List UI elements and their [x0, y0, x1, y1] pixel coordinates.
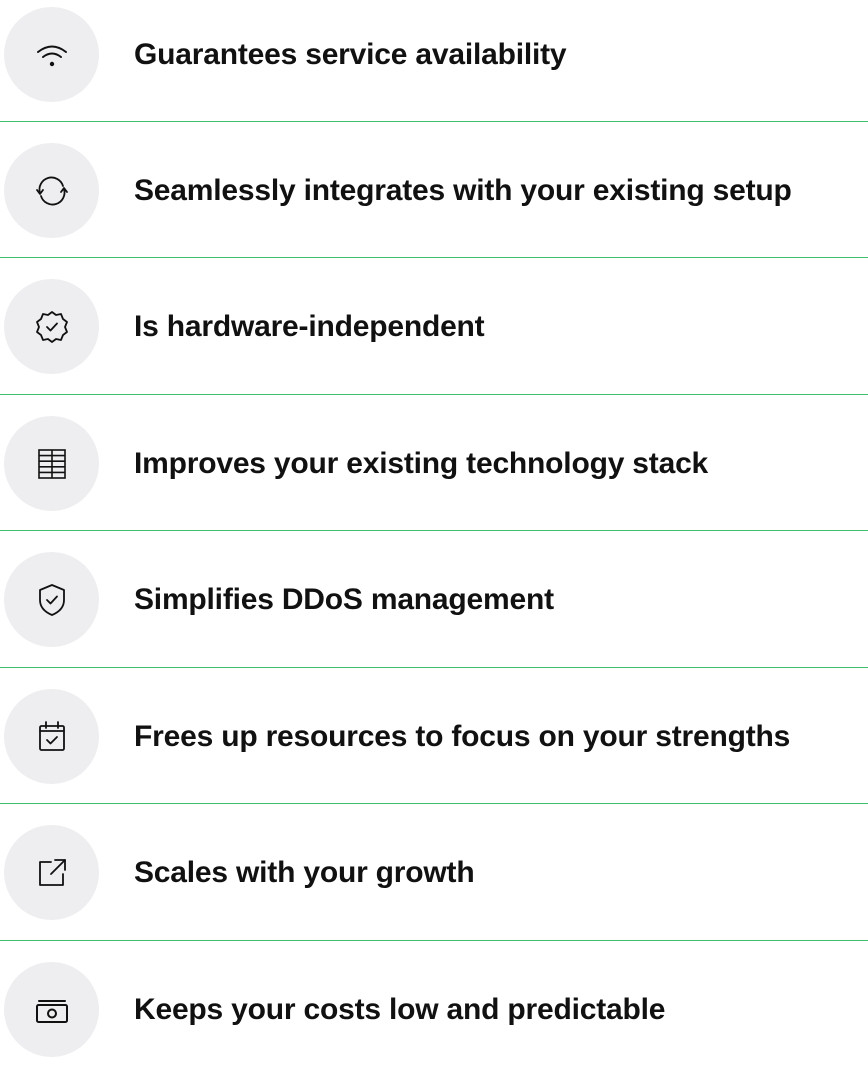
feature-label: Simplifies DDoS management — [134, 582, 554, 616]
feature-label: Scales with your growth — [134, 855, 475, 889]
feature-list: Guarantees service availability Seamless… — [0, 0, 868, 1057]
server-stack-icon — [4, 416, 99, 511]
feature-label: Keeps your costs low and predictable — [134, 992, 666, 1026]
feature-label: Frees up resources to focus on your stre… — [134, 719, 791, 753]
feature-label: Is hardware-independent — [134, 309, 485, 343]
feature-item: Guarantees service availability — [0, 0, 868, 123]
external-link-icon — [4, 825, 99, 920]
banknote-icon — [4, 962, 99, 1057]
feature-item: Scales with your growth — [0, 804, 868, 941]
feature-item: Frees up resources to focus on your stre… — [0, 668, 868, 805]
feature-item: Seamlessly integrates with your existing… — [0, 122, 868, 259]
feature-label: Improves your existing technology stack — [134, 446, 709, 480]
sync-icon — [4, 143, 99, 238]
feature-label: Guarantees service availability — [134, 37, 567, 71]
wifi-icon — [4, 7, 99, 102]
feature-item: Keeps your costs low and predictable — [0, 941, 868, 1078]
feature-item: Simplifies DDoS management — [0, 531, 868, 668]
feature-item: Is hardware-independent — [0, 258, 868, 395]
feature-label: Seamlessly integrates with your existing… — [134, 173, 792, 207]
shield-check-icon — [4, 552, 99, 647]
feature-item: Improves your existing technology stack — [0, 395, 868, 532]
badge-check-icon — [4, 279, 99, 374]
calendar-check-icon — [4, 689, 99, 784]
